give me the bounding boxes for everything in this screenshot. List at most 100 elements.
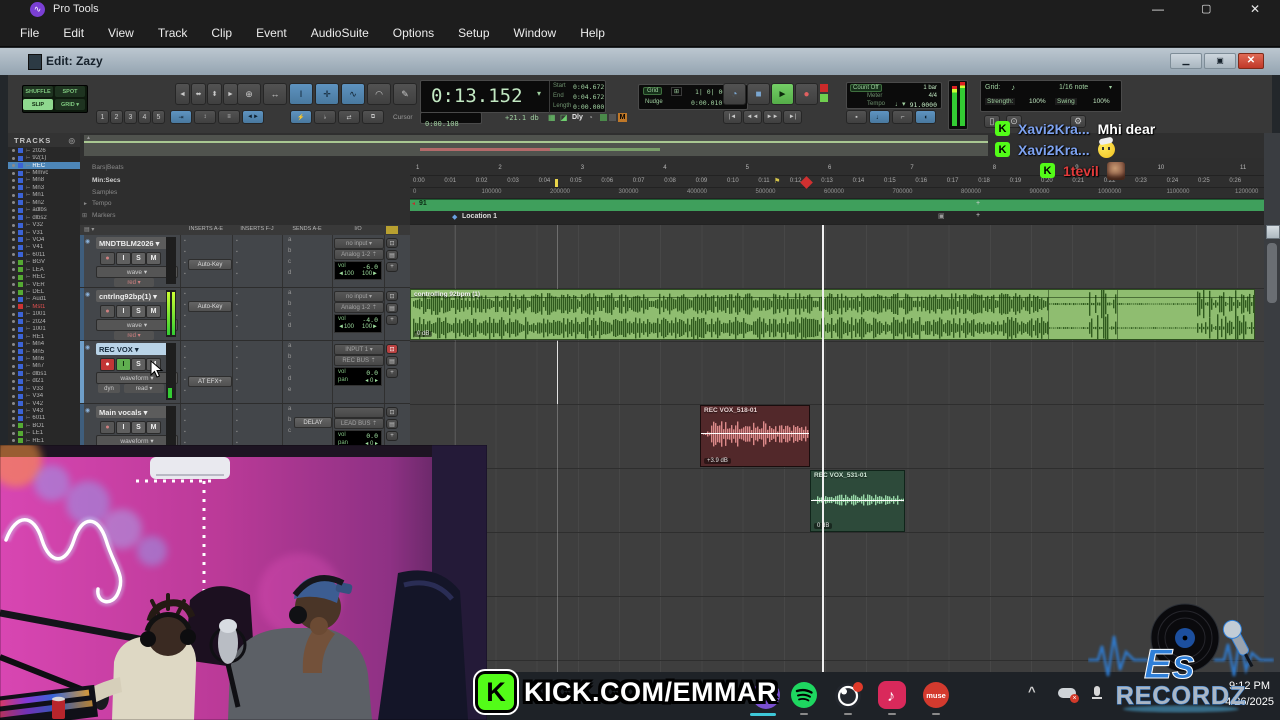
count-off-button[interactable]: ◖	[915, 110, 936, 124]
end-value[interactable]: 0:04.672	[573, 93, 604, 101]
tracks-panel-menu-icon[interactable]: ◎	[68, 136, 76, 145]
track-show-dot[interactable]	[12, 149, 15, 153]
track-show-dot[interactable]	[12, 320, 15, 324]
main-counter-display[interactable]: 0:13.152 ▾ Start 0:04.672 End 0:04.672 L…	[420, 80, 606, 114]
grid-panel-dropdown-icon[interactable]: ▾	[1109, 84, 1112, 91]
track-freeze-icon[interactable]: ◉	[85, 238, 90, 245]
column-header-2[interactable]: SENDS A-E	[282, 226, 332, 232]
track-show-dot[interactable]	[12, 245, 15, 249]
count-off-value[interactable]: 1 bar	[923, 85, 937, 91]
scrollbar-thumb[interactable]	[1267, 243, 1277, 303]
track-show-dot[interactable]	[12, 431, 15, 435]
track-show-dot[interactable]	[12, 253, 15, 257]
timeline-insertion-icon[interactable]: ▦	[548, 113, 556, 122]
zoom-preset-3[interactable]: 3	[124, 110, 137, 124]
scroll-up-button[interactable]	[1266, 225, 1280, 239]
io-output-selector[interactable]: Analog 1-2 ⇡	[334, 249, 384, 260]
edit-sel-icon[interactable]: ◪	[560, 113, 568, 122]
track-show-dot[interactable]	[12, 357, 15, 361]
track-list-item[interactable]: ⊢ dlbs2	[8, 214, 80, 221]
ruler-row-label-1[interactable]: Min:Secs	[92, 177, 121, 184]
track-show-dot[interactable]	[12, 416, 15, 420]
track-show-dot[interactable]	[12, 297, 15, 301]
track-list-item[interactable]: ⊢ V33	[8, 385, 80, 392]
track-show-dot[interactable]	[12, 186, 15, 190]
grid-panel-value[interactable]: 1/16 note	[1059, 84, 1088, 91]
track-show-dot[interactable]	[12, 201, 15, 205]
track-list-item[interactable]: ⊢ Mn7	[8, 363, 80, 370]
grid-boxes-icon[interactable]: ⊞	[671, 87, 683, 96]
edit-minimize-button[interactable]: ▁	[1170, 53, 1202, 69]
pre-roll-button[interactable]: ⌐	[892, 110, 913, 124]
insert-slot-dot[interactable]: ▪	[184, 238, 186, 244]
insert-slot-dot[interactable]: ▪	[236, 249, 238, 255]
track-list-item[interactable]: ⊢ BGV	[8, 259, 80, 266]
ruler-row-label-2[interactable]: Samples	[92, 189, 117, 196]
insert-slot-dot[interactable]: ▪	[236, 377, 238, 383]
insert-slot-dot[interactable]: ▪	[236, 238, 238, 244]
insertion-marker-button[interactable]: ♭	[314, 110, 336, 124]
clip-list-button[interactable]: ⧉	[362, 110, 384, 124]
edit-mode-slip[interactable]: SLIP	[23, 99, 53, 110]
track-show-dot[interactable]	[12, 387, 15, 391]
track-show-dot[interactable]	[12, 350, 15, 354]
solo-button[interactable]: S	[131, 252, 146, 265]
menu-window[interactable]: Window	[502, 26, 569, 40]
io-grid-icon[interactable]: ▤	[386, 303, 398, 313]
pan-right-value[interactable]: 100►	[362, 324, 378, 330]
midi-merge-badge[interactable]: M	[618, 113, 627, 122]
send-slot-letter[interactable]: a	[288, 237, 291, 243]
track-list-item[interactable]: ⊢ V43	[8, 407, 80, 414]
track-show-dot[interactable]	[12, 171, 15, 175]
send-slot-letter[interactable]: c	[288, 312, 291, 318]
swing-value[interactable]: 100%	[1093, 98, 1110, 105]
track-list-item[interactable]: ⊢ VER	[8, 281, 80, 288]
clip-gain-badge[interactable]: +3.9 dB	[704, 458, 731, 464]
io-input-selector[interactable]: INPUT 1 ▾	[334, 344, 384, 355]
insert-slot-dot[interactable]: ▪	[236, 260, 238, 266]
send-slot-letter[interactable]: c	[288, 365, 291, 371]
io-input-selector[interactable]	[334, 407, 384, 418]
track-list-item[interactable]: ⊢ V32	[8, 221, 80, 228]
length-value[interactable]: 0:00.000	[573, 103, 604, 111]
solo-button[interactable]: S	[131, 305, 146, 318]
insert-slot-dot[interactable]: ▪	[236, 271, 238, 277]
track-show-dot[interactable]	[12, 409, 15, 413]
zoom-in-button[interactable]: ►	[223, 83, 238, 105]
insert-slot-dot[interactable]: ▪	[236, 407, 238, 413]
tempo-value[interactable]: 91.0000	[910, 101, 937, 109]
track-freeze-icon[interactable]: ◉	[85, 344, 90, 351]
zoomer-tool[interactable]: ⊕	[237, 83, 261, 105]
insert-slot-dot[interactable]: ▪	[236, 324, 238, 330]
tempo-change-marker[interactable]: ◄	[411, 201, 416, 207]
send-slot-letter[interactable]: c	[288, 428, 291, 434]
send-slot-letter[interactable]: b	[288, 417, 291, 423]
insert-slot-dot[interactable]: ▪	[184, 249, 186, 255]
tempo-row-arrow-icon[interactable]: ►	[83, 201, 88, 207]
track-list-item[interactable]: ⊢ LEA	[8, 266, 80, 273]
zoom-out-button[interactable]: ◄	[175, 83, 190, 105]
pencil-tool[interactable]: ✎	[393, 83, 417, 105]
edit-maximize-button[interactable]: ▣	[1204, 53, 1236, 69]
trimmer-tool[interactable]: ↔	[263, 83, 287, 105]
insert-slot-dot[interactable]: ▪	[184, 313, 186, 319]
menu-audiosuite[interactable]: AudioSuite	[299, 26, 381, 40]
track-list-item[interactable]: ⊢ Mn5	[8, 348, 80, 355]
track-show-dot[interactable]	[12, 238, 15, 242]
track-list-item[interactable]: ⊢ Mmvc	[8, 169, 80, 176]
io-link-icon[interactable]: ⊡	[386, 238, 398, 248]
insert-slot-dot[interactable]: ▪	[184, 355, 186, 361]
go-to-end-button[interactable]: ►|	[783, 110, 802, 124]
ruler-row-label-0[interactable]: Bars|Beats	[92, 164, 124, 171]
track-list-item[interactable]: ⊢ Mn1	[8, 192, 80, 199]
track-list-item[interactable]: ⊢ adlbs	[8, 207, 80, 214]
tempo-change-value[interactable]: 91	[419, 200, 427, 207]
send-slot-letter[interactable]: a	[288, 343, 291, 349]
add-row-icon[interactable]: +	[386, 368, 398, 378]
add-row-icon[interactable]: +	[386, 431, 398, 441]
track-controls-header-icon[interactable]: ▤ ▾	[84, 226, 94, 233]
record-enable-button[interactable]: ●	[100, 421, 115, 434]
track-list-item[interactable]: ⊢ 6011	[8, 251, 80, 258]
insert-slot-dot[interactable]: ▪	[184, 344, 186, 350]
menu-event[interactable]: Event	[244, 26, 299, 40]
